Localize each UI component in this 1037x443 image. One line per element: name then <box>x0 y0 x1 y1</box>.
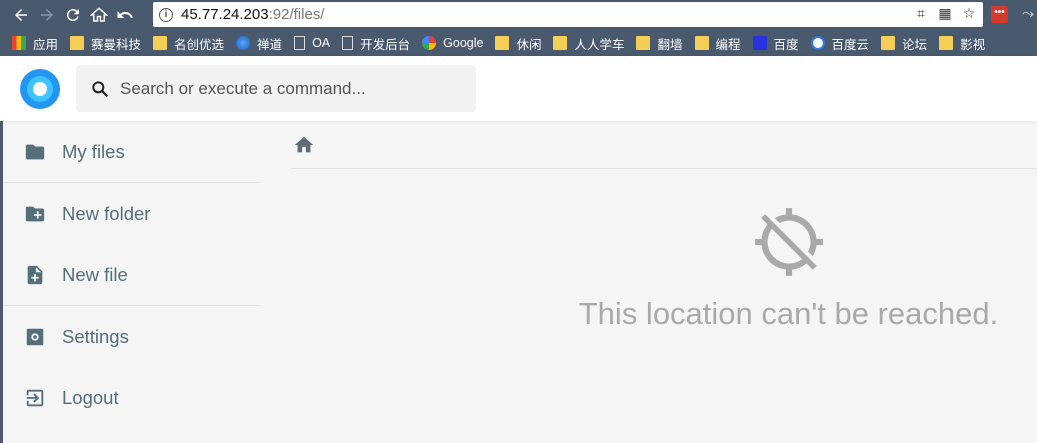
note-add-icon <box>27 265 43 284</box>
star-icon[interactable]: ☆ <box>961 5 977 21</box>
bookmark-apps[interactable]: 应用 <box>12 34 58 53</box>
create-new-folder-icon <box>25 206 45 221</box>
url-path: :92/files/ <box>268 6 325 23</box>
translate-icon[interactable]: ⌗ <box>913 5 929 21</box>
sidebar-item-settings[interactable]: Settings <box>3 306 261 367</box>
bookmark-folder[interactable]: 休闲 <box>495 34 541 53</box>
folder-icon <box>939 36 954 50</box>
qr-code-icon[interactable]: ▦ <box>937 5 953 21</box>
folder-icon <box>495 36 510 50</box>
reload-icon <box>66 9 79 22</box>
reload-button[interactable] <box>60 2 86 28</box>
sidebar-item-label: Logout <box>62 386 119 408</box>
exit-icon <box>26 389 44 406</box>
undo-button[interactable] <box>112 2 138 28</box>
bookmarks-bar: 应用 赛曼科技 名创优选 禅道 OA 开发后台 Google 休闲 人人学车 翻… <box>0 30 1037 56</box>
baidu-cloud-icon <box>810 36 825 50</box>
page-icon <box>294 36 306 50</box>
sidebar-item-label: New folder <box>62 202 151 224</box>
search-icon <box>92 80 108 97</box>
app-logo[interactable] <box>20 69 60 109</box>
breadcrumb <box>291 121 1037 169</box>
folder-icon <box>636 36 651 50</box>
search-input[interactable] <box>120 78 450 99</box>
undo-icon <box>117 11 133 18</box>
bookmark-folder[interactable]: 编程 <box>694 34 741 53</box>
bookmark-folder[interactable]: 影视 <box>939 34 985 53</box>
bookmark-link[interactable]: Google <box>422 36 483 50</box>
url-host: 45.77.24.203 <box>181 6 269 23</box>
sidebar-item-label: My files <box>62 140 125 162</box>
bookmark-folder[interactable]: 人人学车 <box>553 34 624 53</box>
bookmark-folder[interactable]: 赛曼科技 <box>70 34 141 53</box>
sidebar-item-my-files[interactable]: My files <box>3 121 261 182</box>
sidebar-item-label: New file <box>62 263 128 285</box>
arrow-left-icon <box>15 9 27 21</box>
bookmark-link[interactable]: 禅道 <box>236 34 282 53</box>
app-header <box>0 56 1037 121</box>
house-icon <box>90 7 108 22</box>
home-button[interactable] <box>86 2 112 28</box>
folder-icon <box>153 36 168 50</box>
search-bar[interactable] <box>76 65 476 112</box>
google-icon <box>422 36 437 50</box>
forward-button[interactable] <box>34 2 60 28</box>
bookmark-link[interactable]: 百度 <box>752 34 799 53</box>
bookmark-link[interactable]: 开发后台 <box>342 34 410 53</box>
bookmark-link[interactable]: 百度云 <box>810 34 869 53</box>
home-icon <box>294 136 314 153</box>
sidebar: My files New folder New file Settings Lo… <box>3 121 261 443</box>
bookmark-folder[interactable]: 名创优选 <box>153 34 224 53</box>
bookmark-link[interactable]: OA <box>294 36 330 50</box>
location-disabled-icon <box>752 205 826 279</box>
apps-icon <box>12 36 26 50</box>
arrow-right-icon <box>41 9 53 21</box>
folder-icon <box>70 36 85 50</box>
bookmark-folder[interactable]: 翻墙 <box>636 34 683 53</box>
address-bar[interactable]: i 45.77.24.203:92/files/ ⌗ ▦ ☆ <box>153 2 983 27</box>
globe-icon <box>236 36 251 50</box>
settings-icon <box>26 328 44 345</box>
browser-toolbar: i 45.77.24.203:92/files/ ⌗ ▦ ☆ ••• ⤳ <box>0 0 1037 30</box>
error-message: This location can't be reached. <box>578 296 999 331</box>
folder-icon <box>881 36 896 50</box>
folder-icon <box>694 36 709 50</box>
back-button[interactable] <box>8 2 34 28</box>
baidu-icon <box>752 36 767 50</box>
sidebar-item-logout[interactable]: Logout <box>3 367 261 428</box>
page-icon <box>342 36 354 50</box>
sidebar-item-new-folder[interactable]: New folder <box>3 183 261 244</box>
folder-icon <box>25 144 45 159</box>
extension-2-icon[interactable]: ⤳ <box>1022 5 1034 22</box>
folder-icon <box>553 36 568 50</box>
info-icon[interactable]: i <box>159 7 173 22</box>
sidebar-item-label: Settings <box>62 325 129 347</box>
breadcrumb-home-button[interactable] <box>293 134 315 156</box>
sidebar-item-new-file[interactable]: New file <box>3 244 261 305</box>
bookmark-folder[interactable]: 论坛 <box>881 34 927 53</box>
extension-icon[interactable]: ••• <box>991 6 1008 23</box>
